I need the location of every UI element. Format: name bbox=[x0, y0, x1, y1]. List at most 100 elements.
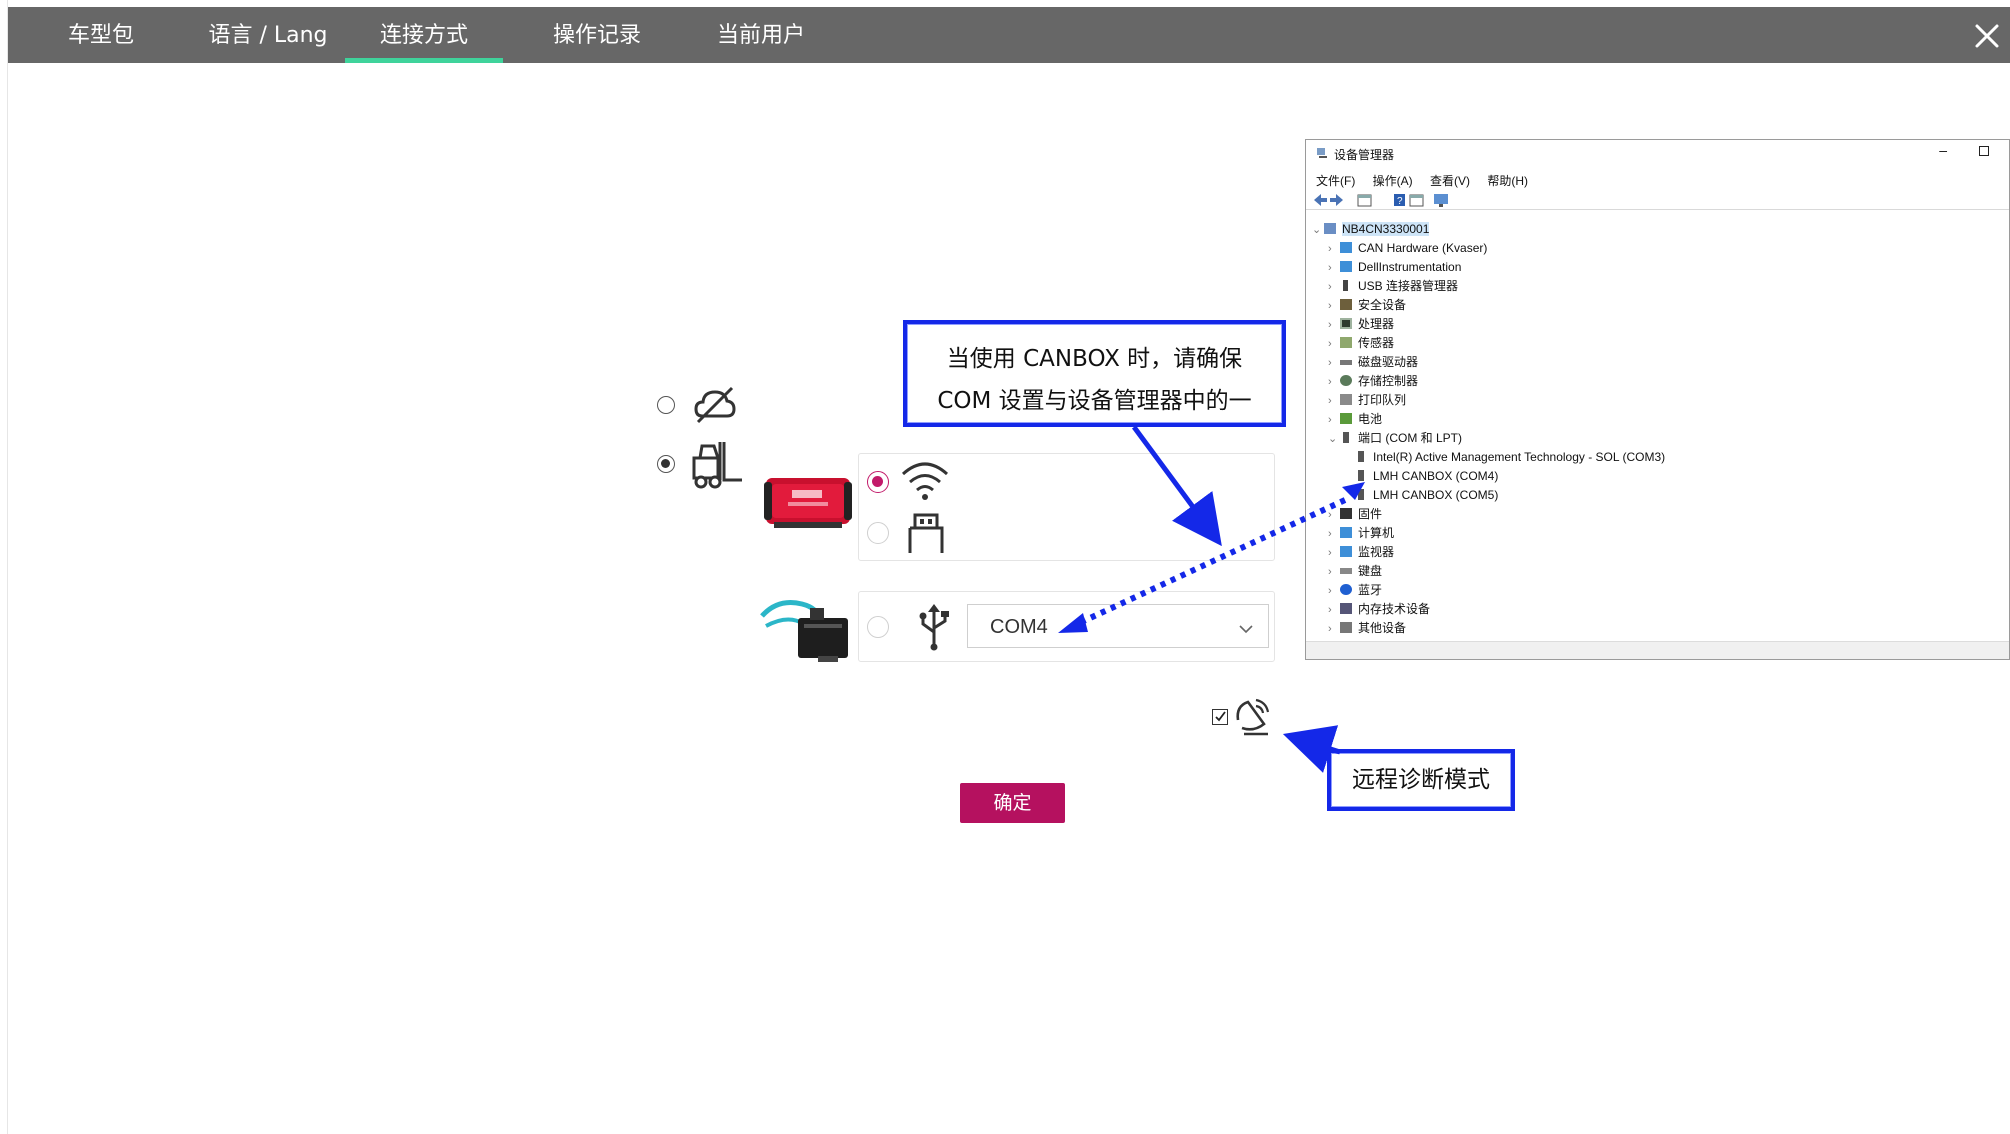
tree-item[interactable]: › 其他设备 bbox=[1328, 619, 1406, 638]
window-left-border bbox=[0, 0, 8, 1134]
tree-item[interactable]: › 打印队列 bbox=[1328, 391, 1406, 410]
expanded-caret-icon: ⌄ bbox=[1328, 433, 1338, 445]
tree-item[interactable]: › 磁盘驱动器 bbox=[1328, 353, 1418, 372]
collapsed-caret-icon: › bbox=[1328, 376, 1332, 388]
security-device-icon bbox=[1340, 299, 1352, 310]
tab-connection[interactable]: 连接方式 bbox=[345, 7, 503, 63]
chevron-down-icon bbox=[1238, 620, 1254, 634]
computer-icon bbox=[1340, 527, 1352, 538]
menu-view[interactable]: 查看(V) bbox=[1430, 174, 1470, 188]
tree-item[interactable]: › USB 连接器管理器 bbox=[1328, 277, 1458, 296]
callout-line-1: 当使用 CANBOX 时，请确保 bbox=[946, 346, 1243, 372]
vci-device-image bbox=[764, 470, 852, 532]
port-icon bbox=[1358, 470, 1364, 481]
expanded-caret-icon: ⌄ bbox=[1312, 224, 1322, 236]
port-icon bbox=[1358, 489, 1364, 500]
keyboard-icon bbox=[1340, 568, 1352, 574]
collapsed-caret-icon: › bbox=[1328, 585, 1332, 597]
tree-item[interactable]: Intel(R) Active Management Technology - … bbox=[1358, 448, 1665, 467]
remote-diagnosis-callout: 远程诊断模式 bbox=[1327, 749, 1515, 811]
collapsed-caret-icon: › bbox=[1328, 395, 1332, 407]
collapsed-caret-icon: › bbox=[1328, 243, 1332, 255]
svg-text:?: ? bbox=[1397, 196, 1403, 207]
device-manager-toolbar: ? bbox=[1306, 190, 2009, 210]
vci-usb-radio[interactable] bbox=[867, 522, 889, 544]
collapsed-caret-icon: › bbox=[1328, 262, 1332, 274]
device-manager-window: 设备管理器 – 文件(F) 操作(A) 查看(V) 帮助(H) ? ⌄ NB4CN… bbox=[1305, 139, 2010, 660]
disk-drive-icon bbox=[1340, 360, 1352, 365]
memory-device-icon bbox=[1340, 603, 1352, 614]
tree-item-canbox-com4[interactable]: LMH CANBOX (COM4) bbox=[1358, 467, 1498, 486]
collapsed-caret-icon: › bbox=[1328, 357, 1332, 369]
collapsed-caret-icon: › bbox=[1328, 566, 1332, 578]
tab-current-user[interactable]: 当前用户 bbox=[692, 7, 830, 63]
minimize-icon[interactable]: – bbox=[1939, 142, 1947, 158]
remote-callout-text: 远程诊断模式 bbox=[1352, 767, 1490, 793]
mode-vci-radio[interactable] bbox=[657, 455, 675, 473]
printer-icon bbox=[1340, 394, 1352, 405]
device-category-icon bbox=[1340, 242, 1352, 253]
collapsed-caret-icon: › bbox=[1328, 319, 1332, 331]
close-icon[interactable] bbox=[1970, 19, 2004, 53]
maximize-icon[interactable] bbox=[1979, 146, 1989, 156]
tree-item[interactable]: › 存储控制器 bbox=[1328, 372, 1418, 391]
tree-item[interactable]: › DellInstrumentation bbox=[1328, 258, 1461, 277]
tree-item[interactable]: › CAN Hardware (Kvaser) bbox=[1328, 239, 1487, 258]
menu-file[interactable]: 文件(F) bbox=[1316, 174, 1355, 188]
collapsed-caret-icon: › bbox=[1328, 528, 1332, 540]
monitor-icon bbox=[1340, 546, 1352, 557]
collapsed-caret-icon: › bbox=[1328, 300, 1332, 312]
tree-root[interactable]: ⌄ NB4CN3330001 bbox=[1312, 220, 1430, 239]
forklift-icon bbox=[690, 438, 746, 492]
com-port-select[interactable]: COM4 bbox=[967, 604, 1269, 648]
tree-item[interactable]: › 固件 bbox=[1328, 505, 1382, 524]
tree-item-canbox-com5[interactable]: LMH CANBOX (COM5) bbox=[1358, 486, 1498, 505]
storage-controller-icon bbox=[1340, 375, 1352, 386]
port-icon bbox=[1343, 432, 1349, 443]
tree-item[interactable]: › 传感器 bbox=[1328, 334, 1394, 353]
battery-icon bbox=[1340, 413, 1352, 424]
tree-item[interactable]: › 电池 bbox=[1328, 410, 1382, 429]
device-manager-menu: 文件(F) 操作(A) 查看(V) 帮助(H) bbox=[1316, 172, 1542, 189]
device-tree: ⌄ NB4CN3330001 › CAN Hardware (Kvaser) › De… bbox=[1306, 220, 2009, 640]
collapsed-caret-icon: › bbox=[1328, 509, 1332, 521]
menu-action[interactable]: 操作(A) bbox=[1373, 174, 1413, 188]
mode-offline-radio[interactable] bbox=[657, 396, 675, 414]
com-port-value: COM4 bbox=[990, 616, 1048, 638]
device-category-icon bbox=[1340, 261, 1352, 272]
tab-language[interactable]: 语言 / Lang bbox=[194, 7, 342, 63]
collapsed-caret-icon: › bbox=[1328, 281, 1332, 293]
tree-item[interactable]: › 处理器 bbox=[1328, 315, 1394, 334]
collapsed-caret-icon: › bbox=[1328, 414, 1332, 426]
top-tab-bar: 车型包 语言 / Lang 连接方式 操作记录 当前用户 bbox=[8, 7, 2010, 63]
remote-diagnosis-checkbox[interactable] bbox=[1212, 709, 1228, 725]
usb-plug-icon bbox=[905, 512, 947, 556]
offline-icon bbox=[692, 382, 738, 428]
remote-diagnosis-icon bbox=[1232, 696, 1272, 738]
tree-item[interactable]: › 安全设备 bbox=[1328, 296, 1406, 315]
menu-help[interactable]: 帮助(H) bbox=[1487, 174, 1528, 188]
app-window: 车型包 语言 / Lang 连接方式 操作记录 当前用户 COM4 确定 设备管… bbox=[0, 0, 2010, 1134]
tab-vehicle-package[interactable]: 车型包 bbox=[42, 7, 160, 63]
wifi-icon bbox=[900, 459, 950, 503]
horizontal-scrollbar[interactable] bbox=[1306, 641, 2009, 659]
device-manager-icon bbox=[1316, 146, 1328, 158]
firmware-icon bbox=[1340, 508, 1352, 519]
canbox-device-image bbox=[758, 596, 854, 666]
port-icon bbox=[1358, 451, 1364, 462]
canbox-radio[interactable] bbox=[867, 616, 889, 638]
tree-item[interactable]: › 内存技术设备 bbox=[1328, 600, 1430, 619]
device-manager-title: 设备管理器 bbox=[1334, 148, 1395, 162]
tree-item[interactable]: › 键盘 bbox=[1328, 562, 1382, 581]
com-settings-callout: 当使用 CANBOX 时，请确保 COM 设置与设备管理器中的一 bbox=[903, 320, 1286, 427]
tree-item[interactable]: › 计算机 bbox=[1328, 524, 1394, 543]
confirm-button[interactable]: 确定 bbox=[960, 783, 1065, 823]
usb-icon bbox=[915, 602, 953, 652]
collapsed-caret-icon: › bbox=[1328, 604, 1332, 616]
tab-operation-log[interactable]: 操作记录 bbox=[528, 7, 666, 63]
computer-icon bbox=[1324, 223, 1336, 234]
tree-item[interactable]: › 监视器 bbox=[1328, 543, 1394, 562]
tree-item[interactable]: › 蓝牙 bbox=[1328, 581, 1382, 600]
tree-item-ports[interactable]: ⌄ 端口 (COM 和 LPT) bbox=[1328, 429, 1462, 448]
vci-wifi-radio[interactable] bbox=[867, 471, 889, 493]
